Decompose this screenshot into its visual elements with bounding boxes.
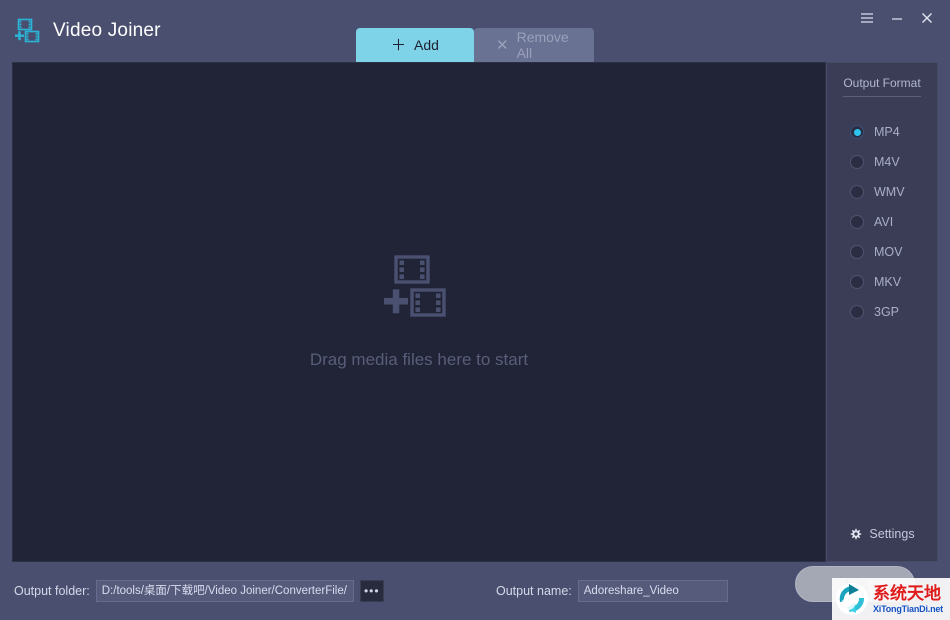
radio-mkv[interactable] [850,275,864,289]
format-option-avi[interactable]: AVI [850,207,937,237]
tab-bar: ＋ Add ✕ Remove All [356,28,594,62]
app-window: Video Joiner ＋ Add ✕ Remove All Drag med… [0,0,950,620]
output-folder-group: Output folder: D:/tools/桌面/下载吧/Video Joi… [14,580,384,602]
output-folder-input[interactable]: D:/tools/桌面/下载吧/Video Joiner/ConverterFi… [95,580,354,602]
drop-zone[interactable]: Drag media files here to start [13,63,825,561]
format-label-m4v: M4V [874,155,900,169]
settings-label: Settings [869,527,915,541]
window-controls [852,6,942,30]
format-option-mp4[interactable]: MP4 [850,117,937,147]
format-radio-group: MP4 M4V WMV AVI MOV MKV 3GP [827,117,937,327]
watermark-overlay: 系统天地 XiTongTianDi.net [832,578,950,620]
format-option-mov[interactable]: MOV [850,237,937,267]
radio-avi[interactable] [850,215,864,229]
tab-remove-all[interactable]: ✕ Remove All [474,28,594,62]
minimize-button[interactable] [882,6,912,30]
settings-button[interactable]: Settings [827,527,937,541]
media-canvas[interactable]: Drag media files here to start [12,62,826,562]
drop-zone-text: Drag media files here to start [309,350,529,369]
format-label-3gp: 3GP [874,305,900,319]
browse-folder-button[interactable]: ••• [359,580,384,602]
format-label-mkv: MKV [874,275,902,289]
output-folder-label: Output folder: [14,584,90,598]
plus-icon: ＋ [391,36,407,54]
app-brand: Video Joiner [14,18,161,44]
output-format-sidebar: Output Format MP4 M4V WMV AVI MOV MKV 3G… [826,62,938,562]
format-option-wmv[interactable]: WMV [850,177,937,207]
close-button[interactable] [912,6,942,30]
output-name-input[interactable]: Adoreshare_Video [577,580,728,602]
radio-3gp[interactable] [850,305,864,319]
app-title: Video Joiner [53,20,161,41]
format-option-3gp[interactable]: 3GP [850,297,937,327]
format-label-wmv: WMV [874,185,905,199]
watermark-en: XiTongTianDi.net [873,603,943,614]
close-x-icon: ✕ [496,36,509,54]
tab-add-label: Add [414,37,439,53]
format-label-avi: AVI [874,215,894,229]
radio-wmv[interactable] [850,185,864,199]
app-logo-icon [14,18,42,44]
gear-icon [849,528,862,541]
output-name-label: Output name: [496,584,572,598]
output-name-group: Output name: Adoreshare_Video [496,580,728,602]
recycle-sphere-icon [835,582,869,616]
radio-mov[interactable] [850,245,864,259]
output-format-title: Output Format [843,76,921,90]
title-divider [843,96,921,97]
format-label-mp4: MP4 [874,125,900,139]
menu-button[interactable] [852,6,882,30]
format-label-mov: MOV [874,245,903,259]
format-option-mkv[interactable]: MKV [850,267,937,297]
watermark-cn: 系统天地 [873,583,941,603]
tab-remove-all-label: Remove All [516,29,569,61]
format-option-m4v[interactable]: M4V [850,147,937,177]
radio-m4v[interactable] [850,155,864,169]
title-bar: Video Joiner ＋ Add ✕ Remove All [0,0,950,62]
radio-mp4[interactable] [850,125,864,139]
film-strips-plus-icon [382,254,456,320]
tab-add[interactable]: ＋ Add [356,28,474,62]
watermark-text: 系统天地 XiTongTianDi.net [873,585,943,614]
